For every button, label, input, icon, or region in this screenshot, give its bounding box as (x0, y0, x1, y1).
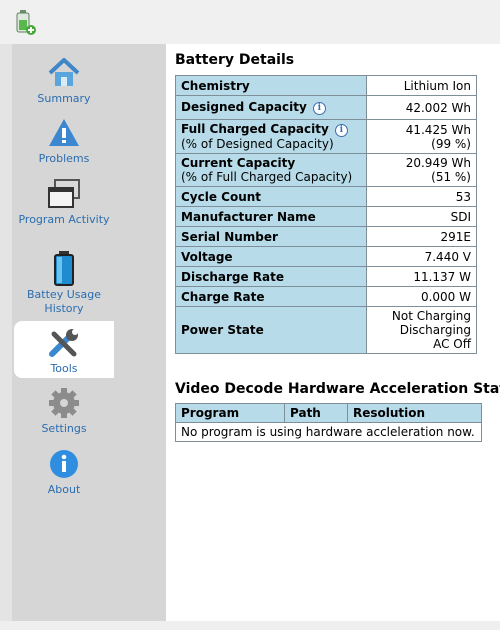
row-value: 291E (366, 226, 477, 247)
row-key: Cycle Count (175, 186, 367, 207)
sidebar-item-problems[interactable]: Problems (14, 116, 114, 166)
windows-icon (48, 179, 80, 208)
sidebar-item-label: Program Activity (18, 213, 110, 226)
sidebar-item-label: Summary (37, 92, 91, 105)
row-value: SDI (366, 206, 477, 227)
table-row: Full Charged Capacity i (% of Designed Cap… (175, 119, 477, 154)
info-icon[interactable]: i (312, 102, 326, 115)
sidebar-item-summary[interactable]: Summary (14, 56, 114, 106)
row-key-label: Full Charged Capacity (181, 122, 329, 136)
video-decode-table: Program Path Resolution No program is us… (175, 403, 482, 442)
sidebar-item-label: Battey Usage History (27, 288, 101, 315)
table-row: Charge Rate 0.000 W (175, 286, 477, 307)
bottom-bar (0, 621, 500, 630)
sidebar-item-tools[interactable]: Tools (14, 321, 114, 378)
row-key: Voltage (175, 246, 367, 267)
row-key: Full Charged Capacity i (% of Designed Cap… (175, 119, 367, 154)
row-key-label: Designed Capacity (181, 100, 307, 114)
row-value: 0.000 W (366, 286, 477, 307)
main-content: Battery Details Chemistry Lithium Ion De… (166, 44, 500, 621)
table-row: Voltage 7.440 V (175, 246, 477, 267)
tools-icon (49, 329, 78, 357)
column-header-path[interactable]: Path (284, 403, 348, 423)
row-key: Serial Number (175, 226, 367, 247)
info-icon (50, 450, 78, 478)
sidebar-item-label: Problems (38, 152, 90, 165)
row-key: Current Capacity (% of Full Charged Capac… (175, 153, 367, 187)
video-decode-title: Video Decode Hardware Acceleration Stat (175, 381, 500, 397)
row-key-sub: (% of Designed Capacity) (181, 137, 334, 151)
row-value: 53 (366, 186, 477, 207)
row-value: Not Charging Discharging AC Off (366, 306, 477, 354)
table-row: No program is using hardware acclelerati… (175, 422, 482, 442)
battery-details-table: Chemistry Lithium Ion Designed Capacity i… (175, 75, 477, 354)
sidebar-item-program-activity[interactable]: Program Activity (14, 177, 114, 227)
table-row: Manufacturer Name SDI (175, 206, 477, 227)
value-line: Not Charging (391, 309, 471, 323)
row-value: 7.440 V (366, 246, 477, 267)
sidebar-item-label: Settings (41, 422, 87, 435)
table-row: Cycle Count 53 (175, 186, 477, 207)
row-value: 42.002 Wh (366, 95, 477, 120)
row-key: Discharge Rate (175, 266, 367, 287)
sidebar-item-battery-usage-history[interactable]: Battey Usage History (14, 250, 114, 316)
gear-icon (49, 388, 79, 418)
battery-app-icon (16, 10, 36, 35)
row-key: Charge Rate (175, 286, 367, 307)
value-line: 41.425 Wh (405, 122, 471, 137)
table-row: Current Capacity (% of Full Charged Capac… (175, 153, 477, 187)
table-header-row: Program Path Resolution (175, 403, 482, 423)
row-value: Lithium Ion (366, 75, 477, 96)
row-key: Chemistry (175, 75, 367, 96)
row-value: 11.137 W (366, 266, 477, 287)
row-key: Power State (175, 306, 367, 354)
row-key-sub: (% of Full Charged Capacity) (181, 170, 353, 184)
sidebar-item-label: About (47, 483, 81, 496)
table-row: Chemistry Lithium Ion (175, 75, 477, 96)
sidebar-item-about[interactable]: About (14, 447, 114, 497)
row-key-label: Current Capacity (181, 156, 296, 170)
table-row: Discharge Rate 11.137 W (175, 266, 477, 287)
value-line: Discharging (399, 323, 471, 337)
value-line: AC Off (433, 337, 471, 351)
battery-icon (54, 251, 74, 286)
row-value: 41.425 Wh (99 %) (366, 119, 477, 154)
row-key: Manufacturer Name (175, 206, 367, 227)
sidebar-item-label: Tools (50, 362, 78, 375)
table-row: Designed Capacity i 42.002 Wh (175, 95, 477, 120)
battery-details-title: Battery Details (175, 52, 295, 68)
table-row: Serial Number 291E (175, 226, 477, 247)
sidebar-item-settings[interactable]: Settings (14, 386, 114, 436)
value-line: (51 %) (431, 170, 471, 184)
value-line: 20.949 Wh (405, 156, 471, 170)
row-value: 20.949 Wh (51 %) (366, 153, 477, 187)
home-icon (48, 58, 80, 86)
empty-message: No program is using hardware acclelerati… (175, 422, 482, 442)
title-bar (0, 0, 500, 45)
row-key: Designed Capacity i (175, 95, 367, 120)
info-icon[interactable]: i (334, 124, 348, 137)
warning-icon (49, 119, 79, 146)
table-row: Power State Not Charging Discharging AC Of… (175, 306, 477, 354)
sidebar: Summary Problems Program Activity Battey… (0, 44, 166, 621)
column-header-program[interactable]: Program (175, 403, 285, 423)
value-line: (99 %) (431, 136, 471, 151)
column-header-resolution[interactable]: Resolution (347, 403, 482, 423)
